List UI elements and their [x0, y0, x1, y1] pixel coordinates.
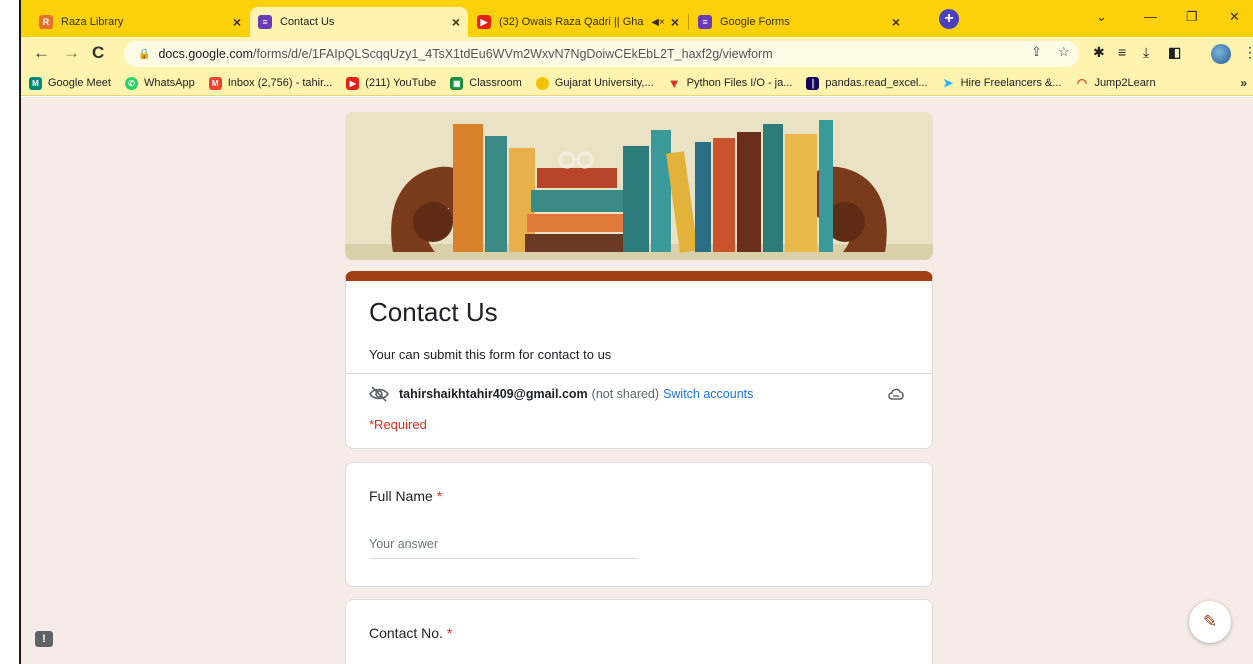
form-description: Your can submit this form for contact to…	[369, 347, 612, 362]
close-icon[interactable]: ×	[671, 14, 679, 30]
side-panel-icon[interactable]: ◧	[1168, 44, 1181, 61]
not-shared-label: (not shared)	[591, 387, 660, 401]
bookmark-classroom[interactable]: ▣ Classroom	[450, 76, 522, 90]
google-meet-icon: M	[29, 76, 42, 90]
share-icon[interactable]: ⇪	[1031, 44, 1042, 60]
tab-search-chevron-icon[interactable]: ⌄	[1096, 9, 1107, 25]
bookmark-label: pandas.read_excel...	[825, 77, 928, 89]
tab-title: Contact Us	[280, 16, 335, 28]
reading-list-icon[interactable]: ≡	[1118, 44, 1126, 60]
browser-window: R Raza Library × ≡ Contact Us × ▶ (32) O…	[0, 0, 1253, 664]
form-title-card: Contact Us Your can submit this form for…	[345, 271, 933, 449]
gmail-icon: M	[208, 76, 222, 90]
bookmark-freelancer[interactable]: ➤ Hire Freelancers &...	[942, 76, 1062, 90]
account-email: tahirshaikhtahir409@gmail.com	[399, 387, 588, 401]
menu-kebab-icon[interactable]: ⋮	[1243, 44, 1253, 61]
question-card-full-name: Full Name * Your answer	[345, 462, 933, 587]
speaker-muted-icon[interactable]: ◀×	[651, 17, 665, 28]
eye-off-icon	[369, 386, 389, 402]
page-content: Contact Us Your can submit this form for…	[21, 97, 1253, 664]
address-bar[interactable]: 🔒 docs.google.com/forms/d/e/1FAIpQLScqqU…	[124, 41, 1079, 67]
python-files-icon: ▼	[667, 75, 681, 91]
bookmark-gujarat-university[interactable]: Gujarat University,...	[535, 76, 654, 90]
bookmarks-bar: M Google Meet ✆ WhatsApp M Inbox (2,756) - …	[21, 71, 1253, 96]
browser-toolbar: ← → C 🔒 docs.google.com/forms/d/e/1FAIpQ…	[21, 37, 1253, 71]
bookmark-label: Jump2Learn	[1094, 77, 1156, 89]
report-feedback-icon[interactable]: !	[35, 631, 53, 647]
pandas-icon: ║	[806, 76, 820, 90]
full-name-input[interactable]: Your answer	[369, 537, 639, 559]
youtube-icon: ▶	[346, 76, 360, 90]
reload-icon[interactable]: C	[92, 43, 104, 63]
question-label: Full Name *	[369, 488, 442, 504]
forward-arrow-icon[interactable]: →	[63, 43, 80, 63]
tab-title: (32) Owais Raza Qadri || Gha	[499, 16, 644, 28]
whatsapp-icon: ✆	[124, 76, 138, 90]
required-asterisk: *	[446, 625, 453, 641]
bookmark-star-icon[interactable]: ☆	[1058, 44, 1070, 60]
tab-title: Google Forms	[720, 16, 790, 28]
tab-strip: R Raza Library × ≡ Contact Us × ▶ (32) O…	[21, 0, 1253, 37]
bookmark-label: WhatsApp	[143, 77, 195, 89]
google-forms-favicon: ≡	[258, 15, 272, 29]
bookmark-label: (211) YouTube	[365, 77, 437, 89]
tab-title: Raza Library	[61, 16, 124, 28]
required-note: *Required	[369, 417, 427, 432]
tab-contact-us[interactable]: ≡ Contact Us ×	[250, 7, 468, 37]
switch-accounts-link[interactable]: Switch accounts	[663, 387, 753, 401]
gujarat-university-icon	[535, 76, 549, 90]
new-tab-button[interactable]: +	[939, 9, 959, 29]
bookmark-python-files[interactable]: ▼ Python Files I/O - ja...	[667, 75, 793, 91]
bookmark-label: Hire Freelancers &...	[960, 77, 1062, 89]
form-title: Contact Us	[369, 297, 498, 327]
minimize-icon[interactable]: —	[1144, 9, 1157, 24]
bookmark-label: Google Meet	[48, 77, 111, 89]
classroom-icon: ▣	[450, 76, 464, 90]
tab-youtube[interactable]: ▶ (32) Owais Raza Qadri || Gha ◀× ×	[469, 7, 687, 37]
question-card-contact-no: Contact No. *	[345, 599, 933, 664]
question-label-text: Full Name	[369, 488, 433, 504]
bookmark-google-meet[interactable]: M Google Meet	[29, 76, 111, 90]
bookmark-whatsapp[interactable]: ✆ WhatsApp	[124, 76, 195, 90]
account-row: tahirshaikhtahir409@gmail.com (not share…	[369, 386, 753, 402]
raza-library-favicon: R	[39, 15, 53, 29]
bookmark-label: Inbox (2,756) - tahir...	[227, 77, 333, 89]
tab-separator	[688, 14, 689, 30]
download-icon[interactable]: ⤓	[1143, 44, 1149, 61]
bookmark-youtube[interactable]: ▶ (211) YouTube	[346, 76, 437, 90]
window-close-icon[interactable]: ✕	[1229, 9, 1240, 25]
tab-raza-library[interactable]: R Raza Library ×	[31, 7, 249, 37]
cloud-saved-icon	[888, 388, 904, 400]
bookmarks-overflow-icon[interactable]: »	[1240, 76, 1247, 90]
jump2learn-icon: ◠	[1076, 76, 1088, 90]
profile-avatar[interactable]	[1211, 44, 1231, 64]
bookmark-pandas[interactable]: ║ pandas.read_excel...	[806, 76, 928, 90]
url-host: docs.google.com	[158, 47, 253, 61]
freelancer-icon: ➤	[943, 76, 954, 90]
close-icon[interactable]: ×	[233, 14, 241, 30]
question-label: Contact No. *	[369, 625, 452, 641]
books-illustration	[345, 112, 933, 260]
bookmark-label: Python Files I/O - ja...	[686, 77, 793, 89]
lock-icon: 🔒	[138, 48, 151, 60]
bookmark-jump2learn[interactable]: ◠ Jump2Learn	[1075, 76, 1156, 90]
bookmark-gmail[interactable]: M Inbox (2,756) - tahir...	[208, 76, 333, 90]
tab-google-forms[interactable]: ≡ Google Forms ×	[690, 7, 908, 37]
close-icon[interactable]: ×	[452, 14, 460, 30]
youtube-favicon: ▶	[477, 15, 491, 29]
edit-pencil-button[interactable]: ✎	[1189, 601, 1231, 643]
window-left-edge	[19, 0, 21, 664]
close-icon[interactable]: ×	[892, 14, 900, 30]
restore-icon[interactable]: ❐	[1186, 9, 1198, 25]
divider	[346, 373, 932, 374]
bookmark-label: Gujarat University,...	[554, 77, 654, 89]
extensions-puzzle-icon[interactable]: ✱	[1093, 44, 1105, 61]
url-path: /forms/d/e/1FAIpQLScqqUzy1_4TsX1tdEu6WVm…	[252, 47, 773, 61]
required-asterisk: *	[436, 488, 443, 504]
google-forms-favicon: ≡	[698, 15, 712, 29]
question-label-text: Contact No.	[369, 625, 443, 641]
bookmark-label: Classroom	[469, 77, 522, 89]
form-header-image	[345, 112, 933, 260]
back-arrow-icon[interactable]: ←	[33, 43, 50, 63]
